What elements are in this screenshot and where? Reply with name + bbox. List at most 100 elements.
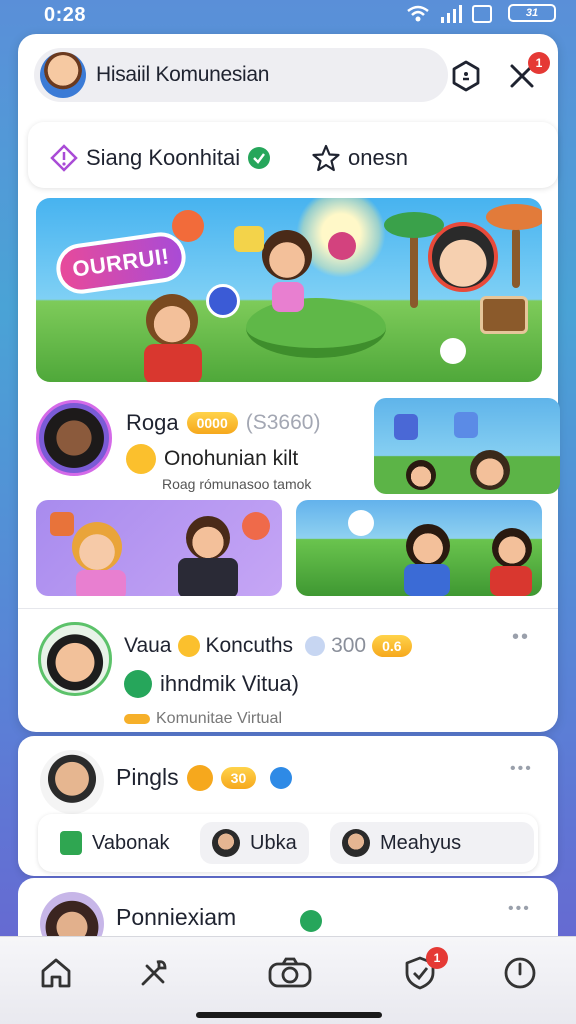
- community-banner[interactable]: OURRUI!: [36, 198, 542, 382]
- sticker-icon: [394, 414, 418, 440]
- nav-security[interactable]: 1: [398, 947, 448, 995]
- divider: [18, 608, 558, 609]
- chip-vabonak[interactable]: Vabonak: [48, 822, 181, 864]
- avatar[interactable]: [40, 52, 86, 98]
- tools-icon: [141, 960, 167, 986]
- verified-icon: [270, 766, 293, 789]
- feed-post: Roga 0000 (S3660) Onohunian kilt Roag ró…: [36, 396, 560, 606]
- home-icon: [41, 958, 71, 988]
- post-image[interactable]: [36, 500, 282, 596]
- more-options-icon[interactable]: •••: [510, 760, 533, 778]
- character-boy: [406, 524, 450, 568]
- chips-row: Vabonak Ubka Meahyus: [38, 814, 538, 872]
- ghost-illustration: [440, 338, 466, 364]
- post-image[interactable]: [296, 500, 542, 596]
- more-options-icon[interactable]: ••: [512, 626, 530, 649]
- post-tag[interactable]: Komunitae Virtual: [156, 710, 282, 728]
- star-icon: [312, 144, 340, 172]
- sticker-icon: [234, 226, 264, 252]
- post-tag-row: Komunitae Virtual: [124, 710, 282, 728]
- bottom-nav: 1: [0, 936, 576, 1024]
- tab-community[interactable]: Siang Koonhitai: [50, 144, 271, 172]
- post-author[interactable]: Ponniexiam: [116, 904, 236, 931]
- chip-meahyus[interactable]: Meahyus: [330, 822, 534, 864]
- page-title: Hisaiil Komunesian: [96, 63, 270, 86]
- points-badge: 30: [220, 766, 257, 789]
- chip-ubka[interactable]: Ubka: [200, 822, 309, 864]
- post-title-rest: Koncuths: [205, 634, 294, 657]
- post-header: Pingls 30: [116, 764, 293, 791]
- verified-icon: [300, 910, 322, 932]
- points-badge: 0.6: [372, 635, 412, 657]
- signal-icon: [441, 5, 462, 23]
- banner-sign: OURRUI!: [53, 229, 189, 297]
- hexagon-settings-icon: [452, 60, 480, 92]
- status-icons: [406, 5, 492, 23]
- post-author[interactable]: Vaua: [124, 634, 172, 658]
- palm-trunk: [410, 228, 418, 308]
- character-body: [272, 282, 304, 312]
- tag-icon: [124, 714, 150, 724]
- nav-tools[interactable]: [132, 951, 176, 995]
- nav-camera[interactable]: [266, 951, 314, 995]
- nav-history[interactable]: [498, 951, 542, 995]
- sticker-icon: [454, 412, 478, 438]
- character-dress: [76, 570, 126, 596]
- more-options-icon[interactable]: •••: [508, 900, 531, 918]
- sim-icon: [472, 5, 492, 23]
- post-image[interactable]: [374, 398, 560, 494]
- post-count: 300: [331, 634, 367, 657]
- settings-button[interactable]: [446, 56, 486, 96]
- follower-count: (S3660): [245, 411, 321, 434]
- character-girl: [72, 522, 122, 572]
- post-author[interactable]: Pingls: [116, 764, 179, 791]
- character-boy: [262, 230, 312, 280]
- verified-icon: [248, 147, 271, 169]
- post-header: Roga 0000 (S3660): [126, 410, 320, 436]
- post-caption: Roag rómunasoo tamok: [162, 476, 312, 492]
- sticker-icon: [328, 232, 356, 260]
- emoji-icon: [186, 764, 213, 791]
- character-suit: [178, 558, 238, 596]
- character-girl: [406, 460, 436, 490]
- sticker-icon: [206, 284, 240, 318]
- tab-label: onesn: [348, 145, 408, 170]
- community-icon: [124, 670, 152, 698]
- palm-leaves: [384, 212, 444, 238]
- heart-bubble-icon: [172, 210, 204, 242]
- post-subtitle: Onohunian kilt: [164, 447, 299, 470]
- chip-label: Meahyus: [380, 831, 462, 854]
- character-body: [404, 564, 450, 596]
- status-time: 0:28: [44, 4, 87, 26]
- chip-label: Vabonak: [92, 831, 170, 854]
- post-subtitle: ihndmik Vitua): [160, 671, 299, 696]
- home-indicator[interactable]: [196, 1012, 382, 1018]
- avatar: [212, 829, 240, 857]
- verified-icon: [305, 636, 326, 656]
- shopping-bag-icon: [60, 831, 82, 855]
- character-body: [490, 566, 532, 596]
- avatar[interactable]: [38, 622, 112, 696]
- nav-home[interactable]: [34, 951, 78, 995]
- diamond-alert-icon: [50, 144, 78, 172]
- chip-label: Ubka: [250, 831, 297, 854]
- clock-icon: [504, 957, 536, 989]
- feed-card: Pingls 30 ••• Vabonak Ubka Meahyus: [18, 736, 558, 876]
- feed-post: Vaua Koncuths 300 0.6 ihndmik Vitua) Kom…: [36, 618, 542, 727]
- tab-favorites[interactable]: onesn: [312, 144, 408, 172]
- character-boy: [492, 528, 532, 568]
- sticker-icon: [242, 512, 270, 540]
- signboard-illustration: [480, 296, 528, 334]
- community-header[interactable]: Hisaiil Komunesian: [34, 48, 448, 102]
- app-card: Hisaiil Komunesian 1 Siang Koonhitai one…: [18, 34, 560, 732]
- ghost-illustration: [348, 510, 374, 536]
- avatar: [342, 829, 370, 857]
- post-subtitle-row: ihndmik Vitua): [124, 670, 299, 698]
- battery-indicator: 31: [508, 4, 556, 22]
- post-author[interactable]: Roga: [126, 410, 179, 436]
- avatar[interactable]: [40, 750, 104, 814]
- wifi-icon: [407, 5, 429, 22]
- post-header: Vaua Koncuths 300 0.6: [124, 634, 412, 658]
- avatar[interactable]: [36, 400, 112, 476]
- sticker-icon: [50, 512, 74, 536]
